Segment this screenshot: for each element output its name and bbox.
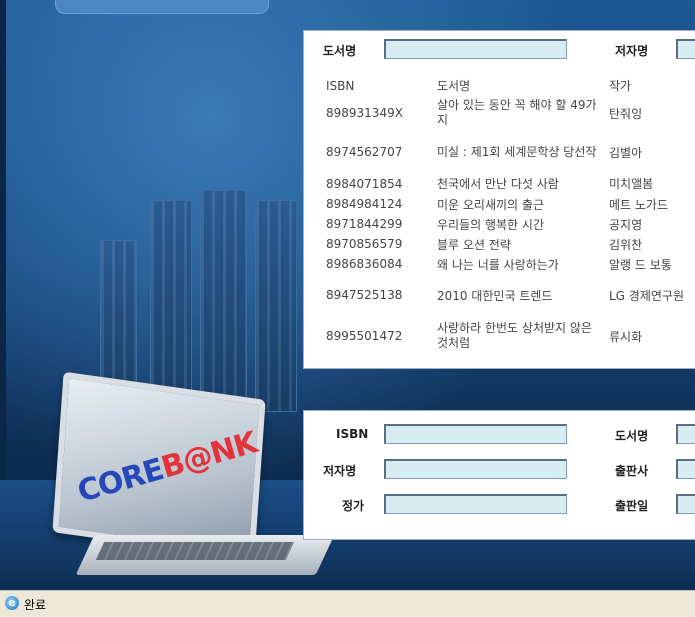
detail-title-input[interactable] — [676, 424, 695, 444]
ie-page-icon: e — [5, 596, 19, 610]
search-title-label: 도서명 — [323, 44, 357, 58]
detail-isbn-label: ISBN — [336, 427, 369, 441]
background-window — [200, 190, 247, 422]
detail-pubdate-input[interactable] — [676, 494, 695, 514]
book-detail-panel: ISBN 도서명 저자명 출판사 정가 출판일 — [303, 410, 695, 540]
detail-price-input[interactable] — [384, 494, 567, 514]
cell-author: 김별아 — [609, 145, 643, 160]
column-header-title: 도서명 — [437, 79, 471, 93]
status-bar: e 완료 — [0, 590, 695, 617]
cell-title: 살아 있는 동안 꼭 해야 할 49가지 — [437, 98, 597, 127]
cell-isbn: 8974562707 — [326, 145, 403, 159]
table-header-row: ISBN 도서명 작가 — [318, 76, 695, 95]
cell-isbn: 8984984124 — [326, 197, 403, 211]
cell-isbn: 8947525138 — [326, 288, 403, 302]
search-title-input[interactable] — [384, 39, 567, 59]
table-row[interactable]: 8995501472 사랑하라 한번도 상처받지 않은 것처럼 류시화 — [318, 316, 695, 356]
top-tab-decoration — [55, 0, 269, 14]
detail-author-label: 저자명 — [323, 464, 357, 478]
cell-isbn: 8970856579 — [326, 237, 403, 251]
detail-isbn-input[interactable] — [384, 424, 567, 444]
detail-publisher-input[interactable] — [676, 459, 695, 479]
cell-isbn: 8995501472 — [326, 329, 403, 343]
book-search-panel: 도서명 저자명 ISBN 도서명 작가 898931349X 살아 있는 동안 … — [303, 30, 695, 369]
column-header-isbn: ISBN — [326, 78, 355, 93]
cell-isbn: 8986836084 — [326, 257, 403, 271]
cell-title: 블루 오션 전략 — [437, 237, 511, 252]
detail-author-input[interactable] — [384, 459, 567, 479]
cell-title: 사랑하라 한번도 상처받지 않은 것처럼 — [437, 321, 592, 350]
detail-pubdate-label: 출판일 — [615, 499, 649, 513]
cell-isbn: 898931349X — [326, 106, 403, 120]
table-row[interactable]: 8986836084 왜 나는 너를 사랑하는가 알랭 드 보통 — [318, 254, 695, 274]
laptop-keyboard — [95, 542, 295, 560]
cell-title: 왜 나는 너를 사랑하는가 — [437, 257, 559, 272]
search-author-label: 저자명 — [615, 44, 649, 58]
cell-author: 류시화 — [609, 329, 643, 344]
cell-author: 탄줘잉 — [609, 106, 643, 121]
cell-author: 김위찬 — [609, 237, 643, 252]
column-header-author: 작가 — [609, 79, 632, 93]
cell-author: LG 경제연구원 — [609, 288, 684, 303]
table-row[interactable]: 8984984124 미운 오리새끼의 출근 메트 노가드 — [318, 194, 695, 214]
cell-title: 우리들의 행복한 시간 — [437, 217, 544, 232]
detail-title-label: 도서명 — [615, 429, 649, 443]
cell-title: 미실 : 제1회 세계문학상 당선작 — [437, 144, 597, 159]
table-row[interactable]: 8984071854 천국에서 만난 다섯 사람 미치앨봄 — [318, 173, 695, 194]
cell-author: 메트 노가드 — [609, 197, 669, 212]
cell-author: 미치앨봄 — [609, 177, 654, 191]
cell-title: 천국에서 만난 다섯 사람 — [437, 177, 559, 191]
cell-isbn: 8971844299 — [326, 217, 403, 231]
table-row[interactable]: 8970856579 블루 오션 전략 김위찬 — [318, 234, 695, 254]
detail-price-label: 정가 — [342, 499, 365, 513]
table-row[interactable]: 8974562707 미실 : 제1회 세계문학상 당선작 김별아 — [318, 131, 695, 173]
table-row[interactable]: 8971844299 우리들의 행복한 시간 공지영 — [318, 214, 695, 234]
cell-title: 미운 오리새끼의 출근 — [437, 197, 544, 212]
table-row[interactable]: 8947525138 2010 대한민국 트렌드 LG 경제연구원 — [318, 274, 695, 316]
background-window — [255, 200, 297, 412]
search-author-input[interactable] — [676, 39, 695, 59]
cell-title: 2010 대한민국 트렌드 — [437, 288, 553, 303]
book-list-table: ISBN 도서명 작가 898931349X 살아 있는 동안 꼭 해야 할 4… — [318, 76, 695, 356]
cell-author: 공지영 — [609, 217, 643, 232]
cell-isbn: 8984071854 — [326, 176, 403, 191]
status-text: 완료 — [24, 598, 47, 612]
table-row[interactable]: 898931349X 살아 있는 동안 꼭 해야 할 49가지 탄줘잉 — [318, 95, 695, 131]
cell-author: 알랭 드 보통 — [609, 257, 672, 272]
detail-publisher-label: 출판사 — [615, 464, 649, 478]
